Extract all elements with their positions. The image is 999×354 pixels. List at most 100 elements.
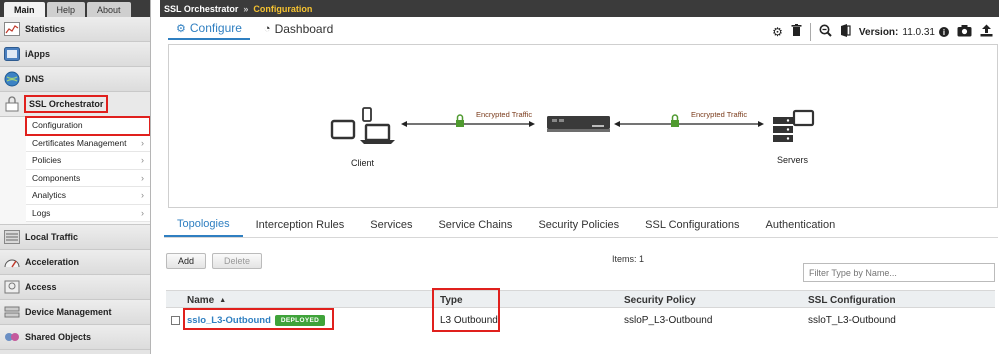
tab-service-chains[interactable]: Service Chains [425,212,525,237]
tab-security-policies[interactable]: Security Policies [525,212,632,237]
sidebar-top-tabs: Main Help About [0,0,150,17]
sidebar: Main Help About Statistics iApps DNS SSL… [0,0,151,354]
sidebar-item-local-traffic[interactable]: Local Traffic [0,225,150,250]
ssl-orchestrator-appliance-icon [547,116,610,132]
client-label: Client [351,158,375,168]
tab-help[interactable]: Help [46,2,86,17]
client-devices-icon [330,107,395,144]
sidebar-item-iapps[interactable]: iApps [0,42,150,67]
column-policy-label: Security Policy [624,294,696,306]
tab-configure[interactable]: ⚙ Configure [168,18,250,40]
tab-dashboard[interactable]: ◔ Dashboard [256,18,341,40]
column-ssl-configuration[interactable]: SSL Configuration [808,291,896,309]
iapps-icon [3,45,21,63]
tab-about[interactable]: About [87,2,131,17]
device-icon [3,303,21,321]
subitem-label: Logs [32,207,51,218]
sort-up-icon: ▲ [219,296,227,304]
subitem-label: Components [32,172,81,183]
breadcrumb-current: Configuration [253,3,313,14]
action-buttons: Add Delete [166,253,263,269]
main-content: SSL Orchestrator » Configuration ⚙ Confi… [160,0,999,354]
gears-icon: ⚙ [176,22,186,35]
version-info: Version: 11.0.31 i [859,27,949,38]
upload-icon[interactable] [980,24,993,40]
column-security-policy[interactable]: Security Policy [624,291,696,309]
toolbar-right: ⚙ Version: 11.0.31 i [772,17,999,47]
sidebar-item-ssl-orchestrator[interactable]: SSL Orchestrator [0,92,150,117]
zoom-out-icon[interactable] [819,24,832,40]
sidebar-item-access[interactable]: Access [0,275,150,300]
ssl-submenu: Configuration Certificates Management › P… [0,116,150,225]
trash-icon[interactable] [791,24,802,40]
sidebar-item-dns[interactable]: DNS [0,67,150,92]
sidebar-subitem-components[interactable]: Components › [26,169,150,187]
sidebar-subitem-policies[interactable]: Policies › [26,152,150,170]
sidebar-item-device-management[interactable]: Device Management [0,300,150,325]
row-ssl-configuration: ssloT_L3-Outbound [808,314,896,326]
lock-icon [3,95,21,113]
subitem-label: Policies [32,155,62,166]
info-icon[interactable]: i [939,27,949,37]
tab-interception-rules[interactable]: Interception Rules [243,212,358,237]
column-name-label: Name [187,294,215,306]
filter-input[interactable] [803,263,995,282]
dashboard-icon: ◔ [263,23,271,35]
sidebar-label: iApps [25,49,51,59]
tab-topologies[interactable]: Topologies [164,212,243,237]
tab-dashboard-label: Dashboard [274,22,334,36]
sidebar-subitem-configuration[interactable]: Configuration [25,116,150,136]
row-security-policy: ssloP_L3-Outbound [624,314,713,326]
subitem-label: Configuration [32,120,83,131]
sidebar-subitem-analytics[interactable]: Analytics › [26,187,150,205]
breadcrumb: SSL Orchestrator » Configuration [160,0,999,17]
chevron-right-icon: › [141,172,144,183]
sidebar-item-statistics[interactable]: Statistics [0,17,150,42]
tab-ssl-configurations[interactable]: SSL Configurations [632,212,752,237]
chevron-right-icon: › [141,190,144,201]
column-name[interactable]: Name ▲ [187,291,226,309]
subitem-label: Certificates Management [32,137,127,148]
version-label: Version: [858,26,899,38]
breadcrumb-separator: » [243,3,249,14]
version-number: 11.0.31 [902,26,935,38]
servers-icon [773,109,815,142]
sidebar-label: DNS [25,74,45,84]
sidebar-item-acceleration[interactable]: Acceleration [0,250,150,275]
sidebar-subitem-certificates[interactable]: Certificates Management › [26,134,150,152]
topology-graphic [330,107,815,144]
breadcrumb-root[interactable]: SSL Orchestrator [164,4,238,14]
row-checkbox[interactable] [171,315,180,325]
toolbar: ⚙ Configure ◔ Dashboard ⚙ Version: 11.0.… [160,17,999,41]
app-root: Main Help About Statistics iApps DNS SSL… [0,0,999,354]
tab-services[interactable]: Services [357,212,425,237]
chevron-right-icon: › [141,137,144,148]
sidebar-label: SSL Orchestrator [23,95,109,113]
sidebar-item-shared-objects[interactable]: Shared Objects [0,325,150,350]
add-button[interactable]: Add [166,253,207,269]
shared-objects-icon [3,328,21,346]
gauge-icon [3,253,21,271]
tab-configure-label: Configure [189,21,242,35]
lock-green-icon [671,114,679,127]
camera-icon[interactable] [957,24,972,40]
column-ssl-label: SSL Configuration [808,294,896,306]
sidebar-label: Access [25,282,57,292]
config-tabs: Topologies Interception Rules Services S… [164,212,998,238]
sidebar-subitem-logs[interactable]: Logs › [26,204,150,222]
highlight-type [432,288,500,332]
table-header: Name ▲ Type Security Policy SSL Configur… [166,290,995,308]
highlight-name [183,308,334,330]
encrypted-traffic-label-right: Encrypted Traffic [691,110,748,119]
tab-main[interactable]: Main [4,2,45,17]
row-checkbox-cell [171,309,180,331]
sidebar-label: Shared Objects [25,332,92,342]
sidebar-label: Acceleration [25,257,80,267]
sidebar-label: Local Traffic [25,232,79,242]
office-icon[interactable] [840,24,851,40]
toolbar-divider [809,23,811,41]
delete-button[interactable]: Delete [212,253,263,269]
tab-authentication[interactable]: Authentication [753,212,849,237]
access-icon [3,278,21,296]
gear-icon[interactable]: ⚙ [772,25,783,39]
